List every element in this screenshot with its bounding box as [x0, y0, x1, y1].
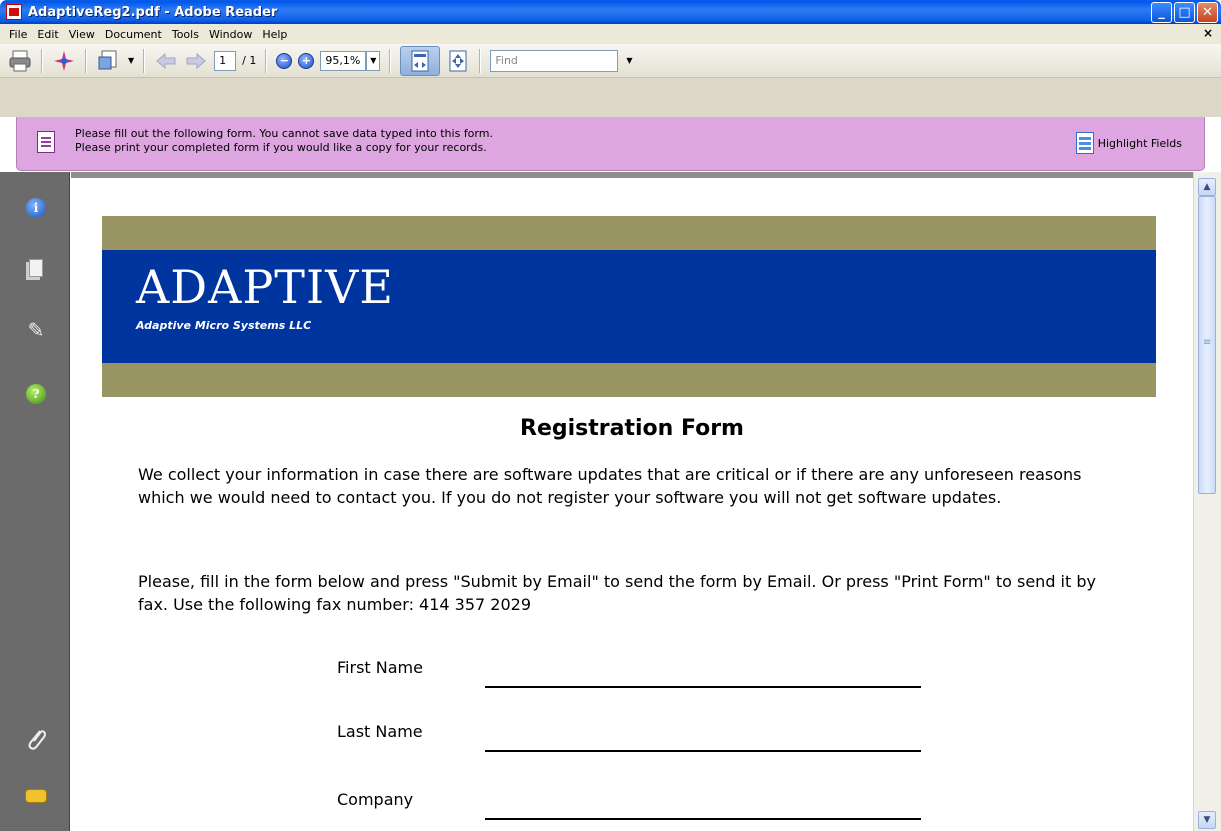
attachments-button[interactable] — [24, 727, 48, 751]
zoom-in-button[interactable]: + — [298, 52, 315, 69]
document-view[interactable]: ADAPTIVE Adaptive Micro Systems LLC Regi… — [71, 172, 1193, 831]
last-name-field: Last Name — [337, 722, 927, 762]
intro-paragraph: We collect your information in case ther… — [138, 465, 1082, 507]
document-close-icon[interactable]: × — [1203, 26, 1213, 40]
field-label: First Name — [337, 658, 423, 677]
maximize-button[interactable]: □ — [1174, 2, 1195, 23]
company-field: Company — [337, 790, 927, 830]
instructions-paragraph: Please, fill in the form below and press… — [138, 572, 1096, 614]
help-icon: ? — [26, 384, 46, 404]
vertical-scrollbar[interactable]: ▲ ▼ — [1193, 172, 1221, 831]
fit-width-button[interactable] — [400, 45, 441, 76]
page-number-input[interactable]: 1 — [214, 50, 237, 71]
highlight-fields-button[interactable]: Highlight Fields — [1075, 132, 1182, 154]
toolbar-separator — [479, 48, 482, 73]
signature-pen-icon: ✎ — [27, 318, 45, 342]
fit-width-icon — [411, 50, 429, 71]
menu-edit[interactable]: Edit — [32, 28, 63, 41]
previous-page-icon[interactable] — [154, 49, 178, 73]
page-display-icon[interactable] — [96, 49, 120, 73]
collaborate-icon[interactable] — [52, 49, 76, 73]
zoom-value-input[interactable]: 95,1% — [320, 50, 367, 71]
comments-button[interactable] — [24, 784, 48, 808]
pages-button[interactable] — [24, 256, 48, 280]
document-message: Please fill out the following form. You … — [75, 127, 493, 155]
form-icon — [37, 131, 55, 153]
document-message-line: Please print your completed form if you … — [75, 141, 487, 154]
highlight-fields-label: Highlight Fields — [1097, 136, 1182, 150]
first-name-input[interactable] — [485, 686, 921, 688]
chevron-down-icon: ▼ — [370, 56, 377, 65]
signatures-button[interactable]: ✎ — [24, 318, 48, 342]
banner-stripe-top — [102, 216, 1156, 250]
form-title: Registration Form — [520, 416, 744, 441]
pdf-page: ADAPTIVE Adaptive Micro Systems LLC Regi… — [71, 178, 1193, 831]
zoom-out-button[interactable]: − — [276, 52, 293, 69]
adobe-reader-app-icon[interactable] — [6, 4, 22, 20]
find-input[interactable]: Find — [490, 49, 619, 72]
menu-tools[interactable]: Tools — [167, 28, 204, 41]
toolbar-separator — [85, 48, 87, 73]
toolbar-separator — [41, 48, 43, 73]
pages-icon — [29, 259, 43, 277]
toolbar-separator — [389, 48, 392, 73]
print-icon[interactable] — [8, 49, 32, 73]
banner: ADAPTIVE Adaptive Micro Systems LLC — [102, 250, 1156, 363]
menu-help[interactable]: Help — [257, 28, 292, 41]
page-total: / 1 — [242, 54, 257, 67]
company-input[interactable] — [485, 818, 921, 820]
minimize-button[interactable]: _ — [1151, 2, 1172, 23]
menu-window[interactable]: Window — [204, 28, 257, 41]
close-button[interactable]: ✕ — [1197, 2, 1218, 23]
document-message-line: Please fill out the following form. You … — [75, 127, 493, 140]
window-controls: _ □ ✕ — [1151, 2, 1218, 23]
toolbar-separator — [265, 48, 268, 73]
navigation-pane: i ✎ ? — [0, 172, 70, 831]
highlight-fields-icon — [1075, 132, 1094, 154]
first-name-field: First Name — [337, 658, 927, 698]
field-label: Last Name — [337, 722, 423, 741]
chevron-down-icon[interactable]: ▼ — [128, 56, 134, 65]
fit-page-icon[interactable] — [446, 49, 470, 73]
scroll-up-button[interactable]: ▲ — [1198, 178, 1216, 196]
chevron-down-icon[interactable]: ▼ — [626, 56, 632, 65]
menu-view[interactable]: View — [64, 28, 100, 41]
paperclip-icon — [28, 730, 46, 750]
banner-stripe-bottom — [102, 363, 1156, 397]
company-logo: ADAPTIVE — [136, 260, 394, 314]
how-to-button[interactable]: ? — [24, 382, 48, 406]
menu-file[interactable]: File — [4, 28, 32, 41]
scroll-down-button[interactable]: ▼ — [1198, 811, 1216, 829]
window-title: AdaptiveReg2.pdf - Adobe Reader — [28, 4, 278, 20]
company-name: Adaptive Micro Systems LLC — [136, 319, 312, 332]
document-message-bar: Please fill out the following form. You … — [16, 117, 1205, 171]
menu-document[interactable]: Document — [100, 28, 167, 41]
next-page-icon[interactable] — [184, 49, 208, 73]
window-titlebar[interactable]: AdaptiveReg2.pdf - Adobe Reader _ □ ✕ — [0, 0, 1221, 24]
info-icon: i — [26, 198, 46, 218]
zoom-dropdown-button[interactable]: ▼ — [366, 50, 381, 71]
scroll-thumb[interactable] — [1198, 196, 1216, 494]
toolbar-background — [0, 78, 1221, 117]
last-name-input[interactable] — [485, 750, 921, 752]
comments-icon — [25, 789, 47, 803]
field-label: Company — [337, 790, 414, 809]
document-properties-button[interactable]: i — [24, 196, 48, 220]
toolbar: ▼ 1 / 1 − + 95,1% ▼ Find ▼ — [0, 44, 1221, 78]
toolbar-separator — [143, 48, 146, 73]
menu-bar: File Edit View Document Tools Window Hel… — [0, 24, 1221, 44]
